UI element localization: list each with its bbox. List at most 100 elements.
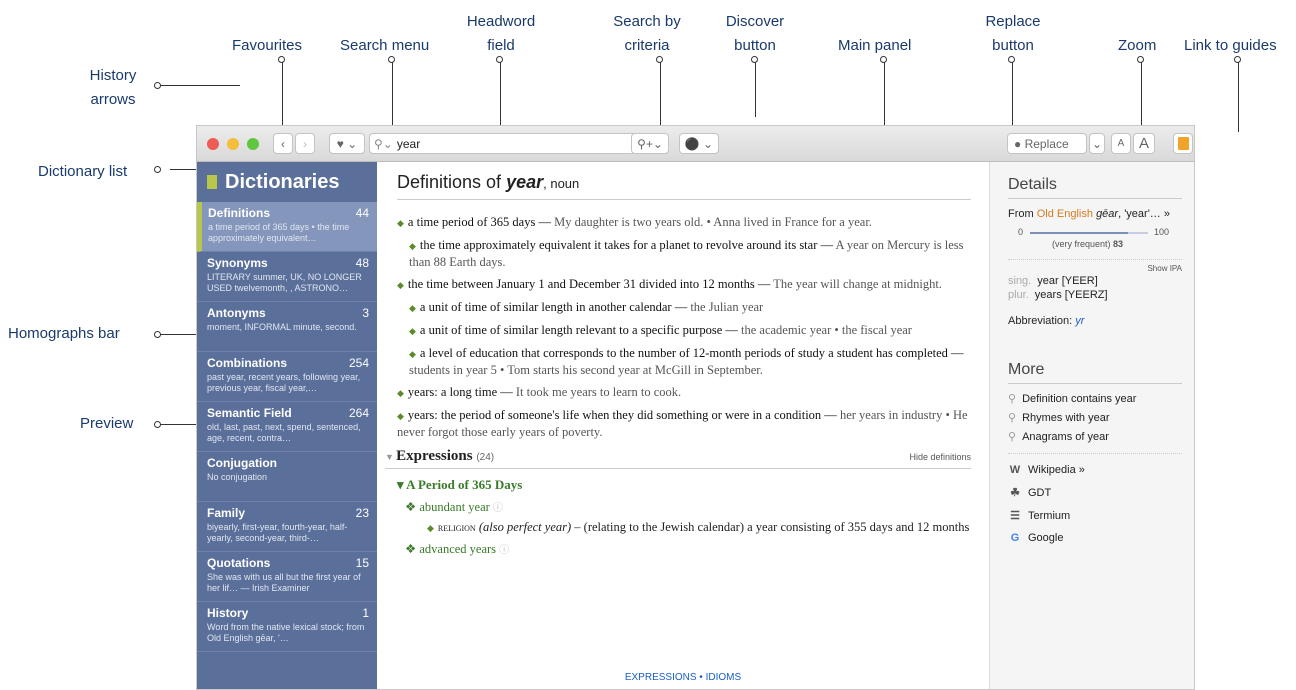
back-arrow-button[interactable]: ‹ <box>273 133 293 154</box>
headword-search-field[interactable]: ⚲⌄ year ⦻ <box>369 133 667 154</box>
abbrev-value[interactable]: yr <box>1075 315 1084 327</box>
expressions-count: (24) <box>476 452 495 463</box>
callout-dictionary-list: Dictionary list <box>38 163 128 180</box>
sidebar-item-preview: old, last, past, next, spend, sentenced,… <box>207 422 361 443</box>
book-icon <box>207 175 217 189</box>
heading-prefix: Definitions of <box>397 172 507 192</box>
etymology-more[interactable]: , 'year'… » <box>1118 208 1170 220</box>
more-list: ⚲ Definition contains year ⚲ Rhymes with ye… <box>1008 392 1182 443</box>
more-search-item[interactable]: ⚲ Anagrams of year <box>1008 430 1182 443</box>
freq-value: 83 <box>1113 239 1124 249</box>
callout-headword-field: Headword field <box>466 13 536 54</box>
guides-button[interactable] <box>1173 133 1193 154</box>
definition-item: ◆ the time between January 1 and December… <box>397 277 942 291</box>
origin-word: gēar <box>1096 208 1119 220</box>
etymology: From Old English gēar, 'year'… » <box>1008 207 1182 221</box>
frequency-meter: 0 100 (very frequent) 83 <box>1008 227 1182 259</box>
more-search-item[interactable]: ⚲ Rhymes with year <box>1008 411 1182 424</box>
definition-text: the time approximately equivalent it tak… <box>419 238 836 252</box>
period-heading-text: A Period of 365 Days <box>406 477 523 492</box>
sidebar-item-semantic-field[interactable]: Semantic Field 264 old, last, past, next, … <box>197 402 377 452</box>
definition-text: a level of education that corresponds to… <box>419 346 964 360</box>
external-link-termium[interactable]: ☰ Termium <box>1008 509 1182 523</box>
definition-text: a unit of time of similar length relevan… <box>419 323 742 337</box>
sidebar-item-conjugation[interactable]: Conjugation No conjugation <box>197 452 377 502</box>
expression-item[interactable]: ❖ advanced years ⓘ <box>397 541 971 557</box>
minimize-window-button[interactable] <box>227 138 239 150</box>
zoom-in-button[interactable]: A <box>1133 133 1155 154</box>
sidebar-item-label: History 1 <box>207 606 369 620</box>
search-menu-icon[interactable]: ⚲⌄ <box>370 137 397 151</box>
freq-label: (very frequent) <box>1052 239 1111 249</box>
sidebar-item-antonyms[interactable]: Antonyms 3 moment, INFORMAL minute, second… <box>197 302 377 352</box>
sidebar-item-combinations[interactable]: Combinations 254 past year, recent years, … <box>197 352 377 402</box>
definition-example: My daughter is two years old. • Anna liv… <box>554 215 872 229</box>
details-panel: Details From Old English gēar, 'year'… »… <box>989 162 1194 689</box>
definitions-list: ◆ a time period of 365 days — My daughter… <box>397 214 971 440</box>
sidebar-item-label: Definitions 44 <box>208 206 369 220</box>
definition-text: years: a long time — <box>407 385 516 399</box>
dictionaries-header: Dictionaries <box>197 162 377 202</box>
definition-example: The year will change at midnight. <box>773 277 942 291</box>
sidebar-item-preview: a time period of 365 days • the time app… <box>208 222 350 243</box>
callout-history-arrows: History arrows <box>89 67 137 108</box>
zoom-window-button[interactable] <box>247 138 259 150</box>
zoom-out-button[interactable]: A <box>1111 133 1131 154</box>
period-heading[interactable]: ▾ A Period of 365 Days <box>397 477 971 493</box>
expression-definition: ◆ RELIGION (also perfect year) – (relatin… <box>427 520 970 534</box>
callout-replace-button: Replace button <box>985 13 1041 54</box>
plur-value: years [YEERZ] <box>1034 289 1108 301</box>
callout-preview: Preview <box>80 415 134 432</box>
heading-pos: , noun <box>543 176 580 191</box>
book-icon <box>1177 137 1189 150</box>
sidebar-item-synonyms[interactable]: Synonyms 48 LITERARY summer, UK, NO LONGER… <box>197 252 377 302</box>
external-link-gdt[interactable]: ☘ GDT <box>1008 486 1182 500</box>
definition-example: the Julian year <box>690 300 764 314</box>
definition-example: the academic year • the fiscal year <box>741 323 912 337</box>
sidebar-item-family[interactable]: Family 23 biyearly, first-year, fourth-yea… <box>197 502 377 552</box>
hide-definitions-link[interactable]: Hide definitions <box>909 452 971 462</box>
discover-icon: ⚫ ⌄ <box>684 136 714 151</box>
expressions-header[interactable]: ▼ Expressions (24) Hide definitions <box>385 448 971 469</box>
replace-dropdown[interactable]: ⌄ <box>1089 133 1105 154</box>
more-search-item[interactable]: ⚲ Definition contains year <box>1008 392 1182 405</box>
footer-links[interactable]: EXPRESSIONS • IDIOMS <box>377 672 989 683</box>
sidebar-item-preview: LITERARY summer, UK, NO LONGER USED twel… <box>207 272 362 293</box>
favourites-button[interactable]: ♥ ⌄ <box>329 133 365 154</box>
definition-item: ◆ a unit of time of similar length in ano… <box>409 300 764 314</box>
expression-def: – (relating to the Jewish calendar) a ye… <box>574 520 970 534</box>
sidebar-item-history[interactable]: History 1 Word from the native lexical sto… <box>197 602 377 652</box>
heart-icon: ♥ ⌄ <box>336 136 358 151</box>
definition-item: ◆ years: a long time — It took me years t… <box>397 385 682 399</box>
definition-text: a unit of time of similar length in anot… <box>419 300 691 314</box>
origin-language[interactable]: Old English <box>1037 208 1093 220</box>
definition-example: students in year 5 • Tom starts his seco… <box>409 363 763 377</box>
callout-main-panel: Main panel <box>838 37 912 54</box>
definition-item: ◆ a time period of 365 days — My daughter… <box>397 215 872 229</box>
expression-item[interactable]: ❖ abundant year ⓘ <box>397 499 971 515</box>
search-input[interactable]: year <box>397 137 652 151</box>
dictionary-list: Dictionaries Definitions 44 a time period … <box>197 162 377 689</box>
sidebar-item-label: Quotations 15 <box>207 556 369 570</box>
discover-button[interactable]: ⚫ ⌄ <box>679 133 719 154</box>
sidebar-item-preview: moment, INFORMAL minute, second. <box>207 322 357 332</box>
sidebar-item-quotations[interactable]: Quotations 15 She was with us all but the … <box>197 552 377 602</box>
termium-icon: ☰ <box>1010 510 1020 522</box>
search-criteria-button[interactable]: ⚲+⌄ <box>631 133 669 154</box>
close-window-button[interactable] <box>207 138 219 150</box>
external-link-google[interactable]: G Google <box>1008 532 1182 544</box>
freq-fill <box>1030 232 1128 234</box>
gdt-icon: ☘ <box>1010 487 1020 499</box>
sidebar-item-definitions[interactable]: Definitions 44 a time period of 365 days •… <box>197 202 377 252</box>
external-link-wikipedia[interactable]: W Wikipedia » <box>1008 464 1182 476</box>
sidebar-item-label: Conjugation <box>207 456 277 470</box>
replace-button[interactable]: ● Replace <box>1007 133 1087 154</box>
callout-homographs-bar: Homographs bar <box>8 325 120 342</box>
forward-arrow-button[interactable]: › <box>295 133 315 154</box>
replace-label: Replace <box>1024 136 1069 151</box>
callout-zoom: Zoom <box>1118 37 1157 54</box>
links-list: W Wikipedia » ☘ GDT ☰ Termium G Google <box>1008 464 1182 544</box>
expression-2: advanced years <box>419 542 497 556</box>
sidebar-item-label: Antonyms 3 <box>207 306 369 320</box>
show-ipa-link[interactable]: Show IPA <box>1008 259 1182 273</box>
